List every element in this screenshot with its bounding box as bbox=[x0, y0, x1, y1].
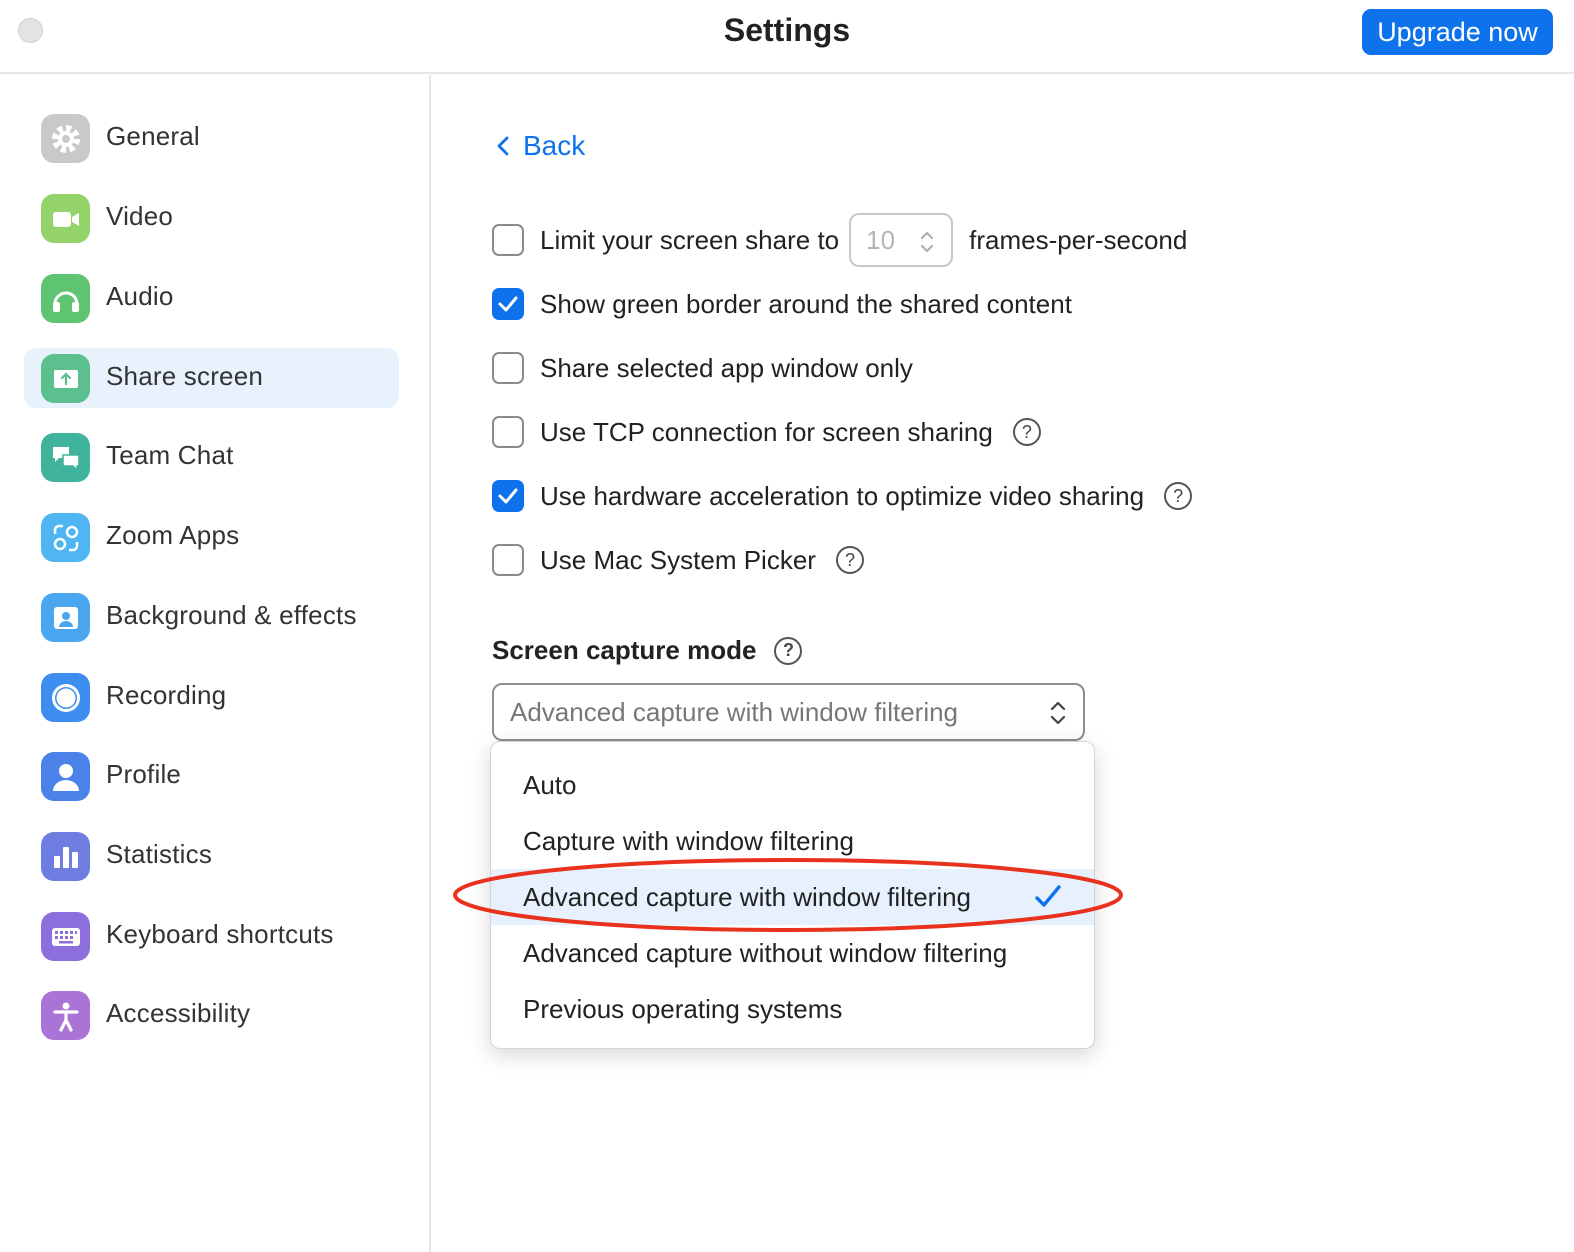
sidebar-item-label: Team Chat bbox=[106, 440, 234, 470]
sidebar-item-label: Audio bbox=[106, 281, 174, 311]
fps-suffix: frames-per-second bbox=[969, 224, 1188, 255]
settings-panel: Back Limit your screen share to 10 frame… bbox=[433, 75, 1574, 1252]
sidebar-item-background-effects[interactable]: Background & effects bbox=[24, 587, 399, 647]
share-screen-icon bbox=[41, 354, 90, 403]
keyboard-icon bbox=[41, 912, 90, 961]
green-border-checkbox[interactable] bbox=[492, 288, 524, 320]
sidebar-item-recording[interactable]: Recording bbox=[24, 667, 399, 727]
profile-person-icon bbox=[41, 752, 90, 801]
sidebar-item-label: Share screen bbox=[106, 361, 264, 391]
chat-bubbles-icon bbox=[41, 433, 90, 482]
fps-value: 10 bbox=[866, 224, 896, 255]
dropdown-option-label: Capture with window filtering bbox=[523, 825, 854, 856]
sidebar-item-label: Video bbox=[106, 201, 174, 231]
mac-system-picker-checkbox[interactable] bbox=[492, 544, 524, 576]
option-label: Use hardware acceleration to optimize vi… bbox=[540, 480, 1145, 511]
upgrade-now-button[interactable]: Upgrade now bbox=[1362, 9, 1553, 55]
help-icon[interactable]: ? bbox=[1012, 418, 1041, 446]
back-link[interactable]: Back bbox=[495, 130, 585, 162]
sidebar-item-accessibility[interactable]: Accessibility bbox=[24, 985, 399, 1045]
bar-chart-icon bbox=[41, 832, 90, 881]
zoom-apps-icon bbox=[41, 513, 90, 562]
dropdown-option-label: Advanced capture without window filterin… bbox=[523, 937, 1008, 968]
dropdown-option-label: Previous operating systems bbox=[523, 993, 843, 1024]
dropdown-option-advanced-with-filtering[interactable]: Advanced capture with window filtering bbox=[491, 869, 1094, 925]
option-label: Show green border around the shared cont… bbox=[540, 288, 1072, 319]
chevron-updown-icon bbox=[1050, 701, 1066, 725]
option-tcp-connection: Use TCP connection for screen sharing ? bbox=[492, 412, 1041, 452]
option-hardware-acceleration: Use hardware acceleration to optimize vi… bbox=[492, 476, 1193, 516]
option-mac-system-picker: Use Mac System Picker ? bbox=[492, 540, 864, 580]
chevron-left-icon bbox=[497, 136, 509, 156]
dropdown-option-label: Advanced capture with window filtering bbox=[523, 881, 972, 912]
sidebar-item-share-screen[interactable]: Share screen bbox=[24, 348, 399, 408]
video-camera-icon bbox=[41, 194, 90, 243]
checkmark-icon bbox=[498, 488, 518, 504]
option-label: Share selected app window only bbox=[540, 352, 913, 383]
checkmark-icon bbox=[498, 296, 518, 312]
section-title-text: Screen capture mode bbox=[492, 635, 757, 665]
sidebar-item-label: Statistics bbox=[106, 839, 213, 869]
sidebar: General Video Audio Share screen Team Ch… bbox=[0, 75, 431, 1252]
select-value: Advanced capture with window filtering bbox=[510, 696, 959, 727]
title-bar: Settings Upgrade now bbox=[0, 0, 1574, 74]
stepper-arrows-icon[interactable] bbox=[919, 229, 935, 255]
help-icon[interactable]: ? bbox=[774, 636, 803, 665]
dropdown-option-label: Auto bbox=[523, 769, 577, 800]
option-limit-fps: Limit your screen share to 10 frames-per… bbox=[492, 213, 1188, 267]
sidebar-item-keyboard-shortcuts[interactable]: Keyboard shortcuts bbox=[24, 906, 399, 966]
option-label: Use TCP connection for screen sharing bbox=[540, 416, 993, 447]
back-label: Back bbox=[523, 130, 586, 161]
help-icon[interactable]: ? bbox=[1164, 482, 1193, 510]
gear-icon bbox=[41, 114, 90, 163]
sidebar-item-video[interactable]: Video bbox=[24, 188, 399, 248]
option-label: Use Mac System Picker bbox=[540, 544, 816, 575]
option-selected-window-only: Share selected app window only bbox=[492, 348, 913, 388]
dropdown-option-auto[interactable]: Auto bbox=[491, 757, 1094, 813]
dropdown-option-advanced-without-filtering[interactable]: Advanced capture without window filterin… bbox=[491, 925, 1094, 981]
dropdown-option-previous-os[interactable]: Previous operating systems bbox=[491, 981, 1094, 1037]
limit-fps-checkbox[interactable] bbox=[492, 224, 524, 256]
headphones-icon bbox=[41, 274, 90, 323]
option-label: Limit your screen share to bbox=[540, 224, 840, 255]
selected-window-only-checkbox[interactable] bbox=[492, 352, 524, 384]
screen-capture-mode-select[interactable]: Advanced capture with window filtering bbox=[492, 683, 1085, 741]
help-icon[interactable]: ? bbox=[835, 546, 864, 574]
sidebar-item-statistics[interactable]: Statistics bbox=[24, 826, 399, 886]
dropdown-option-capture-with-filtering[interactable]: Capture with window filtering bbox=[491, 813, 1094, 869]
sidebar-item-zoom-apps[interactable]: Zoom Apps bbox=[24, 507, 399, 567]
sidebar-item-label: General bbox=[106, 121, 200, 151]
tcp-connection-checkbox[interactable] bbox=[492, 416, 524, 448]
fps-stepper[interactable]: 10 bbox=[849, 213, 954, 267]
accessibility-icon bbox=[41, 991, 90, 1040]
capture-mode-dropdown: Auto Capture with window filtering Advan… bbox=[490, 741, 1095, 1049]
sidebar-item-label: Accessibility bbox=[106, 998, 251, 1028]
sidebar-item-team-chat[interactable]: Team Chat bbox=[24, 427, 399, 487]
sidebar-item-general[interactable]: General bbox=[24, 108, 399, 168]
record-icon bbox=[41, 673, 90, 722]
screen-capture-mode-heading: Screen capture mode ? bbox=[492, 635, 803, 666]
sidebar-item-label: Recording bbox=[106, 680, 227, 710]
sidebar-item-label: Keyboard shortcuts bbox=[106, 919, 334, 949]
sidebar-item-audio[interactable]: Audio bbox=[24, 268, 399, 328]
sidebar-item-label: Background & effects bbox=[106, 600, 357, 630]
sidebar-item-label: Zoom Apps bbox=[106, 520, 240, 550]
hardware-acceleration-checkbox[interactable] bbox=[492, 480, 524, 512]
sidebar-item-profile[interactable]: Profile bbox=[24, 746, 399, 806]
option-green-border: Show green border around the shared cont… bbox=[492, 284, 1072, 324]
background-person-icon bbox=[41, 593, 90, 642]
sidebar-item-label: Profile bbox=[106, 759, 182, 789]
window-title: Settings bbox=[723, 12, 851, 48]
checkmark-icon bbox=[1035, 885, 1061, 907]
